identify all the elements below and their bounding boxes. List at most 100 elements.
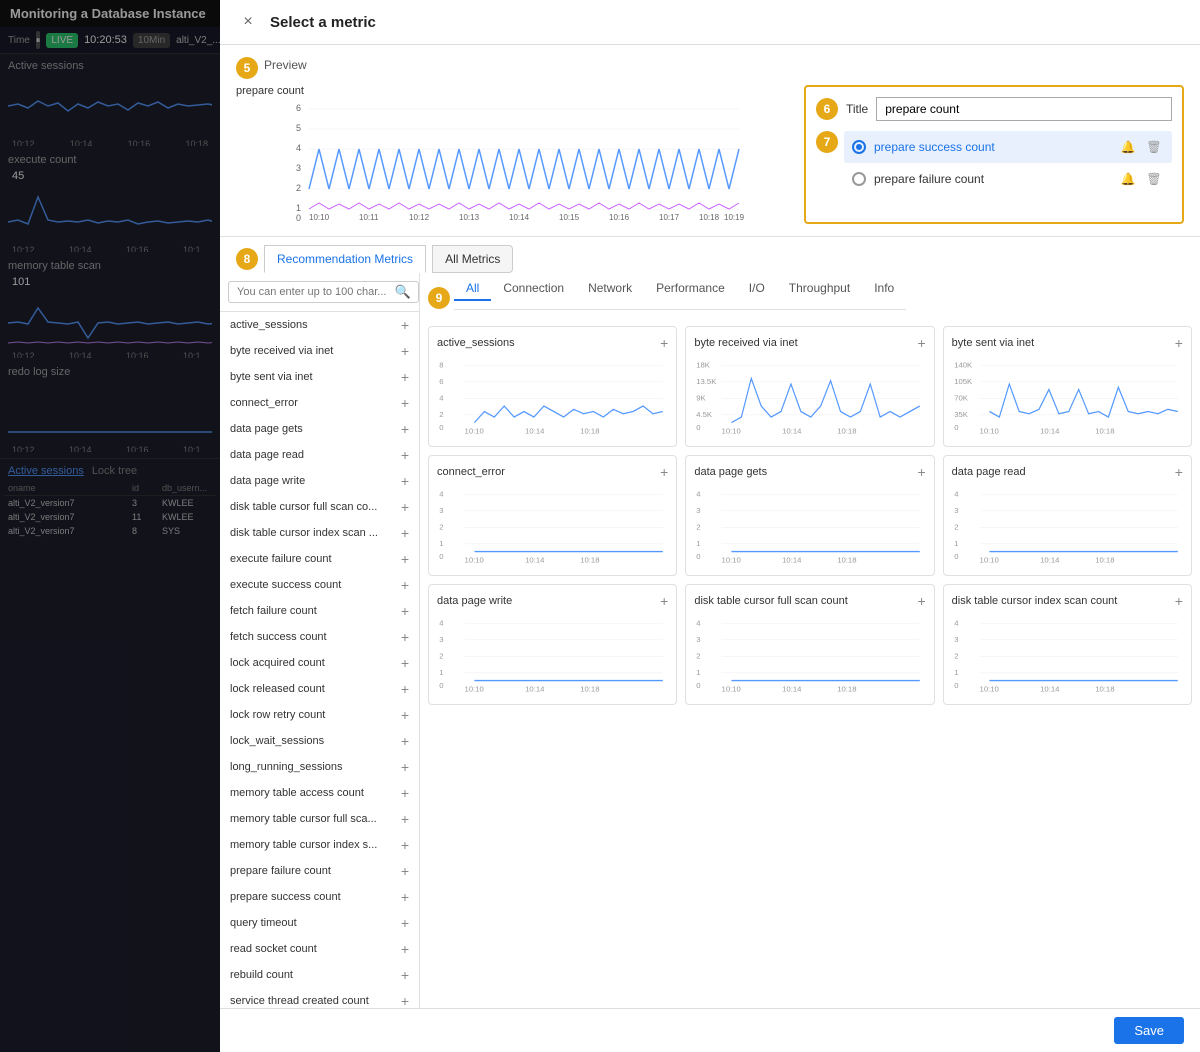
search-input[interactable] [228,281,419,303]
charts-grid-section[interactable]: active_sessions + 8 6 4 2 0 10:10 10:14 … [420,318,1200,1008]
list-item[interactable]: prepare failure count+ [220,858,419,884]
svg-text:10:10: 10:10 [309,213,330,221]
chart-card-byte_received_via_inet: byte received via inet + 18K 13.5K 9K 4.… [685,326,934,447]
add-chart-icon[interactable]: + [660,464,668,480]
list-item[interactable]: service thread created count+ [220,988,419,1008]
add-metric-icon[interactable]: + [401,707,409,723]
add-metric-icon[interactable]: + [401,759,409,775]
add-metric-icon[interactable]: + [401,837,409,853]
list-item[interactable]: connect_error+ [220,390,419,416]
sub-tab-i/o[interactable]: I/O [737,277,777,301]
svg-text:10:10: 10:10 [979,685,998,693]
save-button[interactable]: Save [1114,1017,1184,1044]
sub-tab-performance[interactable]: Performance [644,277,737,301]
add-chart-icon[interactable]: + [917,593,925,609]
add-chart-icon[interactable]: + [1175,593,1183,609]
list-item[interactable]: disk table cursor full scan co...+ [220,494,419,520]
add-metric-icon[interactable]: + [401,603,409,619]
list-item[interactable]: execute failure count+ [220,546,419,572]
list-item[interactable]: memory table cursor full sca...+ [220,806,419,832]
list-item[interactable]: active_sessions+ [220,312,419,338]
list-item[interactable]: byte sent via inet+ [220,364,419,390]
svg-text:4: 4 [296,143,301,153]
add-metric-icon[interactable]: + [401,941,409,957]
add-metric-icon[interactable]: + [401,863,409,879]
metric-option-2[interactable]: prepare failure count 🔔 🗑 [844,163,1172,195]
list-item[interactable]: fetch success count+ [220,624,419,650]
add-metric-icon[interactable]: + [401,629,409,645]
list-item[interactable]: data page write+ [220,468,419,494]
all-metrics-tab[interactable]: All Metrics [432,245,513,273]
chart-card-data_page_read: data page read + 4 3 2 1 0 10:10 10:14 1… [943,455,1192,576]
add-metric-icon[interactable]: + [401,525,409,541]
list-item[interactable]: rebuild count+ [220,962,419,988]
add-metric-icon[interactable]: + [401,915,409,931]
list-item[interactable]: memory table cursor index s...+ [220,832,419,858]
add-metric-icon[interactable]: + [401,473,409,489]
list-item[interactable]: memory table access count+ [220,780,419,806]
add-chart-icon[interactable]: + [917,464,925,480]
preview-chart-svg: 6 5 4 3 2 1 0 [236,101,792,221]
list-item[interactable]: query timeout+ [220,910,419,936]
list-item[interactable]: byte received via inet+ [220,338,419,364]
list-item[interactable]: lock acquired count+ [220,650,419,676]
list-item[interactable]: execute success count+ [220,572,419,598]
search-icon: 🔍 [395,284,411,300]
step9-badge: 9 [428,287,450,309]
svg-text:2: 2 [697,523,701,532]
svg-text:3: 3 [697,506,701,515]
add-metric-icon[interactable]: + [401,369,409,385]
sub-tab-all[interactable]: All [454,277,491,301]
list-item[interactable]: data page read+ [220,442,419,468]
add-metric-icon[interactable]: + [401,733,409,749]
svg-text:3: 3 [697,635,701,644]
delete-icon[interactable]: 🗑 [1144,137,1164,157]
list-item[interactable]: fetch failure count+ [220,598,419,624]
modal-overlay: × Select a metric 5 Preview prepare coun… [0,0,1200,1052]
list-item[interactable]: lock row retry count+ [220,702,419,728]
add-metric-icon[interactable]: + [401,395,409,411]
add-metric-icon[interactable]: + [401,499,409,515]
list-item[interactable]: read socket count+ [220,936,419,962]
add-metric-icon[interactable]: + [401,967,409,983]
metric-option-1[interactable]: prepare success count 🔔 🗑 [844,131,1172,163]
sub-tab-connection[interactable]: Connection [491,277,576,301]
add-metric-icon[interactable]: + [401,785,409,801]
add-metric-icon[interactable]: + [401,655,409,671]
list-item[interactable]: long_running_sessions+ [220,754,419,780]
add-chart-icon[interactable]: + [660,593,668,609]
recommendation-tab[interactable]: Recommendation Metrics [264,245,426,273]
add-metric-icon[interactable]: + [401,993,409,1008]
add-metric-icon[interactable]: + [401,447,409,463]
delete-icon-2[interactable]: 🗑 [1144,169,1164,189]
add-metric-icon[interactable]: + [401,343,409,359]
svg-text:3: 3 [296,163,301,173]
close-button[interactable]: × [236,10,260,34]
bell-icon[interactable]: 🔔 [1118,137,1138,157]
list-item[interactable]: disk table cursor index scan ...+ [220,520,419,546]
list-item[interactable]: lock_wait_sessions+ [220,728,419,754]
bell-icon-2[interactable]: 🔔 [1118,169,1138,189]
add-metric-icon[interactable]: + [401,421,409,437]
add-chart-icon[interactable]: + [1175,464,1183,480]
title-input[interactable] [876,97,1172,121]
preview-section: 5 Preview prepare count 6 5 4 3 2 1 0 [220,45,1200,237]
chart-card-header: connect_error + [437,464,668,480]
add-metric-icon[interactable]: + [401,317,409,333]
sub-tab-network[interactable]: Network [576,277,644,301]
add-chart-icon[interactable]: + [917,335,925,351]
list-item[interactable]: data page gets+ [220,416,419,442]
sub-tab-throughput[interactable]: Throughput [777,277,862,301]
add-metric-icon[interactable]: + [401,681,409,697]
list-item[interactable]: prepare success count+ [220,884,419,910]
svg-text:10:10: 10:10 [722,556,741,564]
add-chart-icon[interactable]: + [1175,335,1183,351]
sub-tab-info[interactable]: Info [862,277,906,301]
modal-title: Select a metric [270,14,376,31]
add-metric-icon[interactable]: + [401,551,409,567]
add-metric-icon[interactable]: + [401,889,409,905]
add-metric-icon[interactable]: + [401,577,409,593]
list-item[interactable]: lock released count+ [220,676,419,702]
add-chart-icon[interactable]: + [660,335,668,351]
add-metric-icon[interactable]: + [401,811,409,827]
